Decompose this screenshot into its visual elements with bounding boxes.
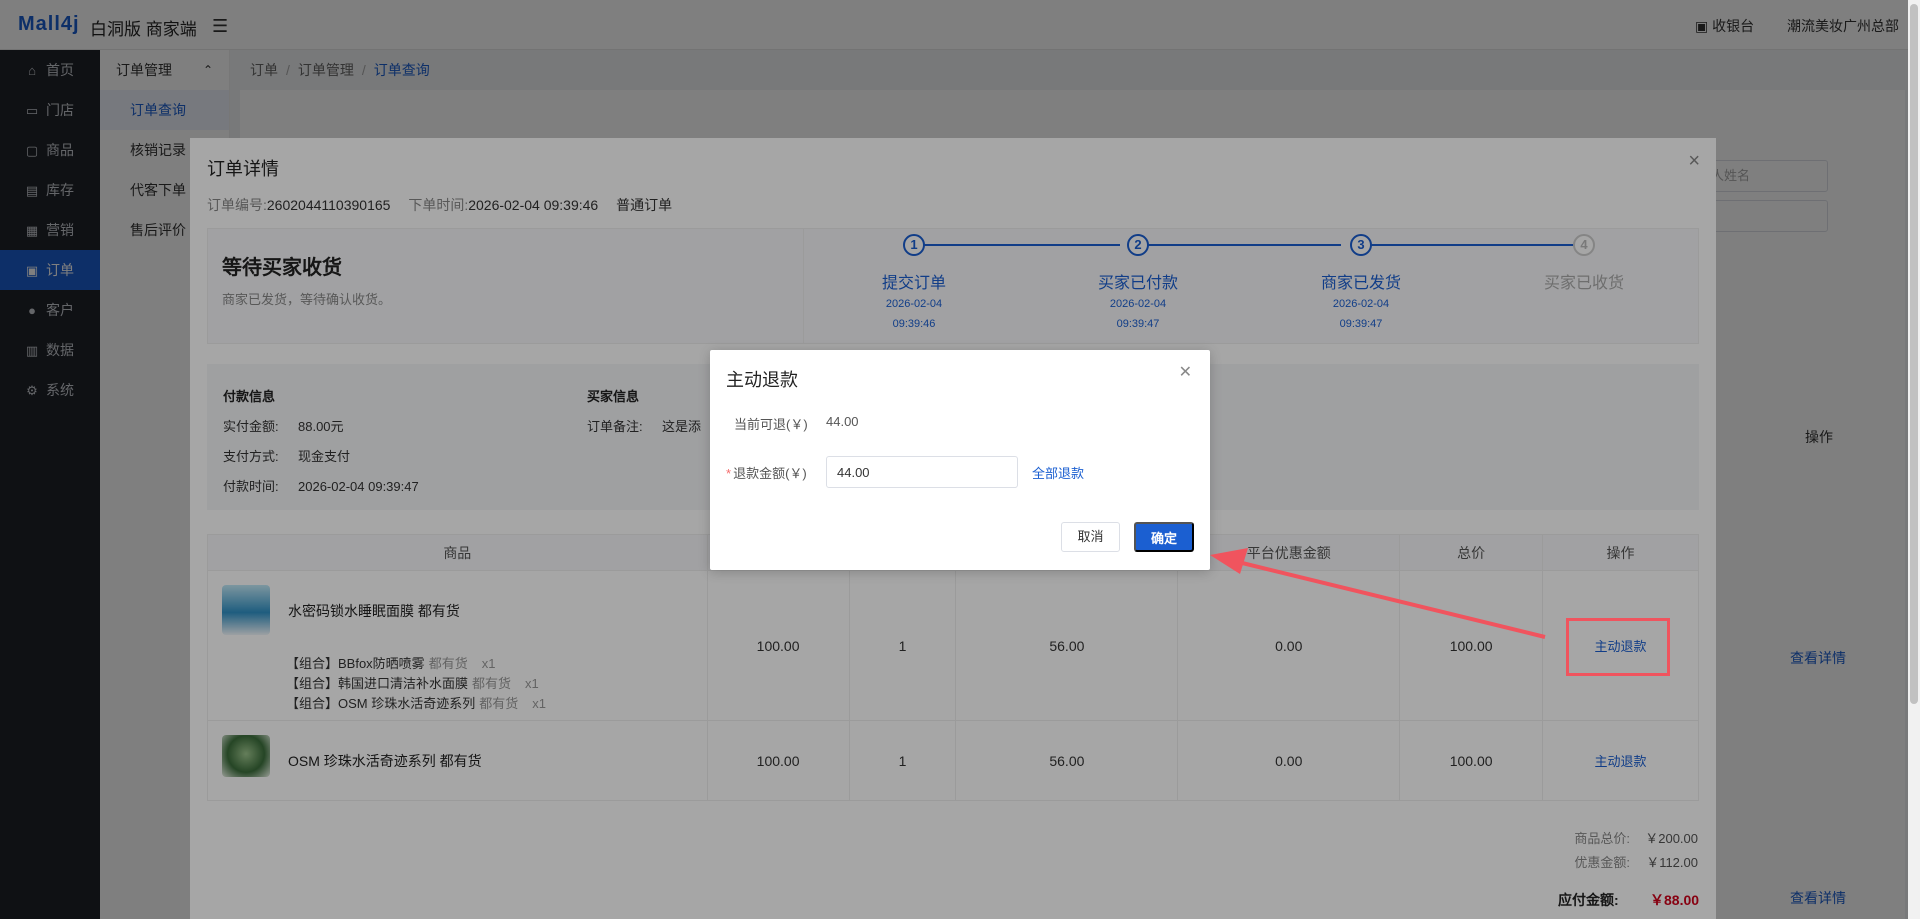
available-label: 当前可退(￥) [734, 417, 808, 432]
available-amount: 44.00 [826, 414, 859, 429]
refund-amount-label-text: 退款金额(￥) [733, 466, 807, 481]
cancel-button[interactable]: 取消 [1061, 522, 1120, 552]
highlight-box [1566, 618, 1670, 676]
required-mark: * [726, 466, 732, 481]
close-icon[interactable]: ✕ [1179, 362, 1192, 382]
refund-dialog: 主动退款 ✕ 当前可退(￥) 44.00 *退款金额(￥) 全部退款 取消 确定 [710, 350, 1210, 570]
refund-dialog-title: 主动退款 [726, 370, 798, 390]
refund-amount-label: * 退款金额(￥) [726, 463, 807, 482]
scrollbar-thumb[interactable] [1910, 4, 1918, 704]
refund-amount-input[interactable] [826, 456, 1018, 488]
confirm-button[interactable]: 确定 [1134, 522, 1194, 552]
page-scrollbar[interactable] [1908, 0, 1920, 919]
refund-all-link[interactable]: 全部退款 [1032, 463, 1084, 482]
